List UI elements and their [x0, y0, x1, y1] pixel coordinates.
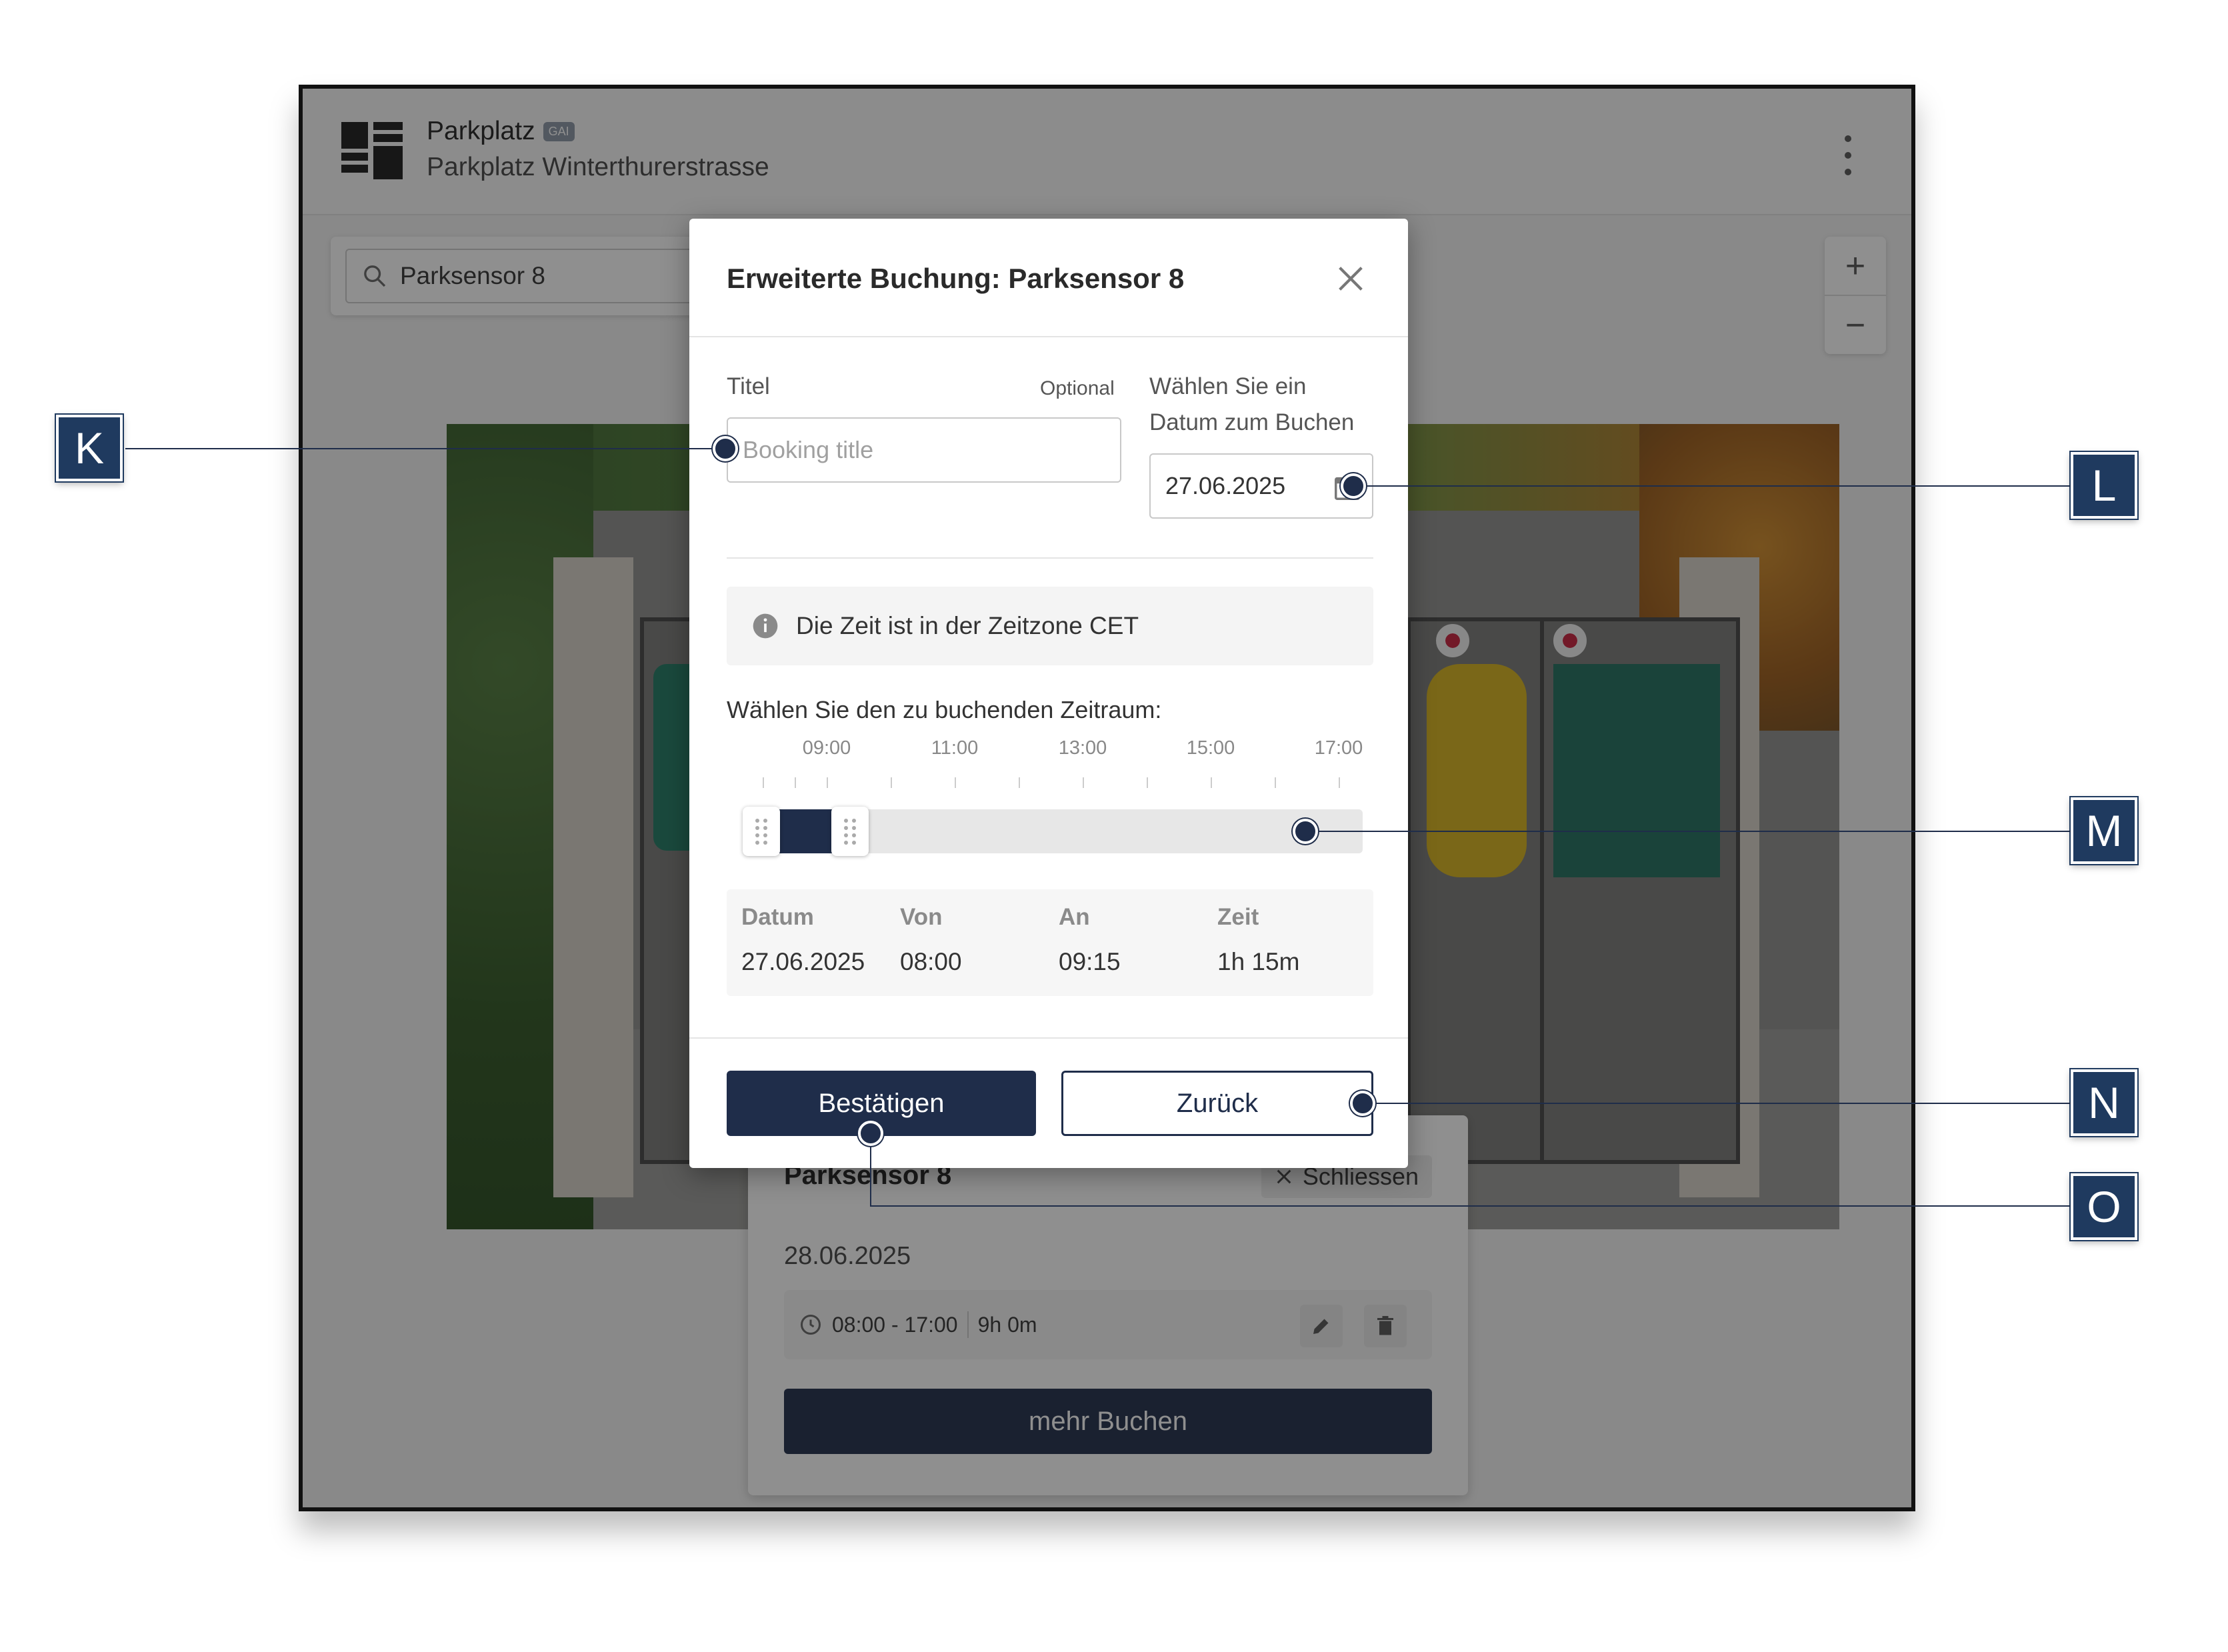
- drag-handle-icon: [844, 818, 857, 845]
- summary-to: 09:15: [1059, 948, 1121, 975]
- date-picker-input[interactable]: 27.06.2025: [1149, 453, 1373, 519]
- callout-marker: [1293, 819, 1318, 844]
- tick-label: 13:00: [1058, 737, 1107, 759]
- drag-handle-icon: [755, 818, 767, 845]
- slider-start-handle[interactable]: [743, 807, 780, 856]
- summary-from: 08:00: [900, 948, 962, 975]
- tick-label: 17:00: [1314, 737, 1363, 759]
- dialog-title: Erweiterte Buchung: Parksensor 8: [727, 263, 1185, 294]
- tick-label: 09:00: [802, 737, 851, 759]
- title-field-label: Titel: [727, 373, 770, 399]
- slider-end-handle[interactable]: [831, 807, 869, 856]
- callout-marker: [858, 1121, 883, 1146]
- summary-header-date: Datum: [741, 904, 814, 930]
- summary-duration: 1h 15m: [1217, 948, 1300, 975]
- summary-header-to: An: [1059, 904, 1090, 930]
- summary-date: 27.06.2025: [741, 948, 865, 975]
- time-range-label: Wählen Sie den zu buchenden Zeitraum:: [727, 696, 1162, 723]
- summary-header-from: Von: [900, 904, 943, 930]
- tick-label: 15:00: [1186, 737, 1235, 759]
- callout-label-n: N: [2071, 1069, 2137, 1136]
- callout-marker: [1350, 1091, 1375, 1116]
- close-icon[interactable]: [1332, 260, 1369, 297]
- booking-title-input[interactable]: [727, 417, 1121, 483]
- date-field-label-line1: Wählen Sie ein: [1149, 373, 1307, 399]
- timezone-info: Die Zeit ist in der Zeitzone CET: [727, 587, 1373, 665]
- callout-label-o: O: [2071, 1173, 2137, 1240]
- callout-label-k: K: [56, 415, 123, 481]
- booking-summary: Datum 27.06.2025 Von 08:00 An 09:15 Zeit…: [727, 889, 1373, 996]
- callout-label-l: L: [2071, 452, 2137, 519]
- timezone-text: Die Zeit ist in der Zeitzone CET: [796, 612, 1139, 639]
- callout-marker: [1341, 473, 1366, 499]
- date-value: 27.06.2025: [1165, 472, 1286, 499]
- callout-marker: [713, 436, 738, 461]
- dialog-header: Erweiterte Buchung: Parksensor 8: [689, 219, 1408, 337]
- date-field-label-line2: Datum zum Buchen: [1149, 409, 1355, 435]
- tick-label: 11:00: [931, 737, 979, 759]
- optional-label: Optional: [1040, 377, 1115, 399]
- info-icon: [753, 613, 778, 639]
- back-button[interactable]: Zurück: [1061, 1071, 1373, 1136]
- summary-header-duration: Zeit: [1217, 904, 1259, 930]
- callout-label-m: M: [2071, 797, 2137, 864]
- time-axis: 09:00 11:00 13:00 15:00 17:00: [727, 737, 1373, 791]
- time-range-slider[interactable]: [743, 807, 1363, 856]
- extended-booking-dialog: Erweiterte Buchung: Parksensor 8 Titel O…: [689, 219, 1408, 1168]
